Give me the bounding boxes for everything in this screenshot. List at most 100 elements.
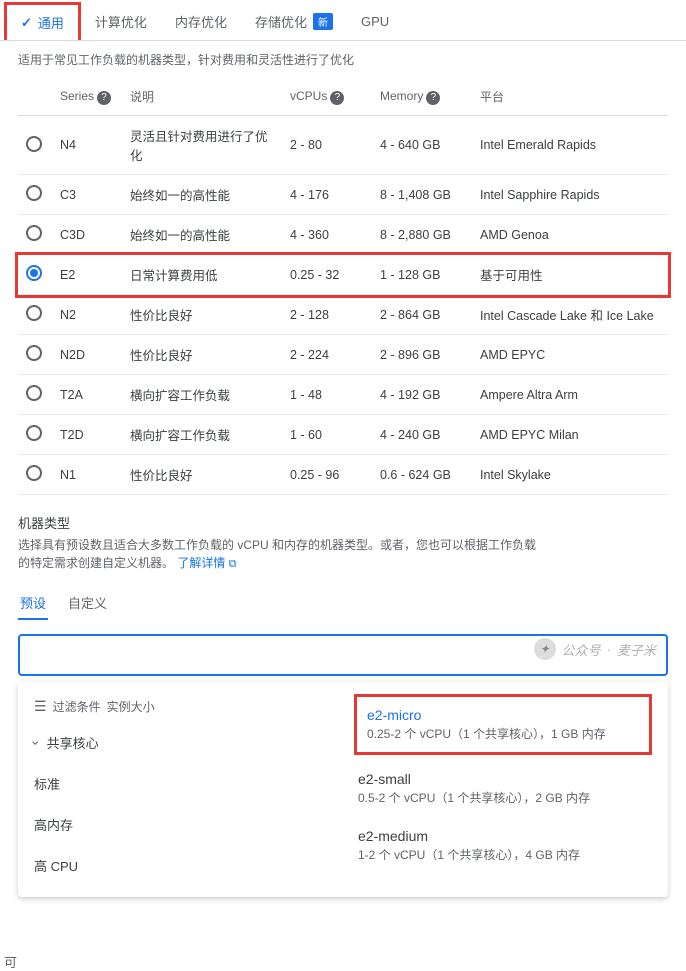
machine-family-tabs: 通用 计算优化 内存优化 存储优化新 GPU <box>0 0 686 41</box>
instance-name: e2-micro <box>367 707 639 723</box>
category-item[interactable]: 标准 <box>34 770 322 797</box>
filter-value: 实例大小 <box>107 698 155 715</box>
machine-type-desc: 选择具有预设数且适合大多数工作负载的 vCPU 和内存的机器类型。或者，您也可以… <box>0 536 560 573</box>
cell-series: E2 <box>52 255 122 295</box>
cell-vcpus: 4 - 360 <box>282 215 372 255</box>
cell-desc: 性价比良好 <box>122 455 282 495</box>
cell-platform: Intel Cascade Lake 和 Ice Lake <box>472 295 668 335</box>
cell-series: N2D <box>52 335 122 375</box>
filter-label: 过滤条件 <box>53 698 101 715</box>
table-row[interactable]: T2A横向扩容工作负载1 - 484 - 192 GBAmpere Altra … <box>18 375 668 415</box>
cell-memory: 4 - 192 GB <box>372 375 472 415</box>
machine-type-label: 机器类型 <box>0 495 686 536</box>
table-row[interactable]: N2性价比良好2 - 1282 - 864 GBIntel Cascade La… <box>18 295 668 335</box>
cell-vcpus: 0.25 - 96 <box>282 455 372 495</box>
radio-button[interactable] <box>26 345 42 361</box>
cell-desc: 横向扩容工作负载 <box>122 415 282 455</box>
cell-memory: 8 - 2,880 GB <box>372 215 472 255</box>
truncated-label: 可 <box>4 952 17 971</box>
cell-platform: Intel Emerald Rapids <box>472 116 668 175</box>
cell-series: N2 <box>52 295 122 335</box>
filter-row[interactable]: ☰ 过滤条件 实例大小 <box>34 694 322 729</box>
radio-button[interactable] <box>26 425 42 441</box>
instance-option[interactable]: e2-micro 0.25-2 个 vCPU（1 个共享核心），1 GB 内存 <box>354 694 652 755</box>
table-row[interactable]: E2日常计算费用低0.25 - 321 - 128 GB基于可用性 <box>18 255 668 295</box>
tab-storage[interactable]: 存储优化新 <box>241 2 347 40</box>
cell-memory: 2 - 896 GB <box>372 335 472 375</box>
cell-vcpus: 2 - 80 <box>282 116 372 175</box>
instance-spec: 0.5-2 个 vCPU（1 个共享核心），2 GB 内存 <box>358 789 648 806</box>
cell-memory: 2 - 864 GB <box>372 295 472 335</box>
cell-vcpus: 1 - 60 <box>282 415 372 455</box>
tab-description: 适用于常见工作负载的机器类型，针对费用和灵活性进行了优化 <box>0 41 686 78</box>
cell-vcpus: 1 - 48 <box>282 375 372 415</box>
category-item[interactable]: 共享核心 <box>34 729 322 756</box>
cell-desc: 日常计算费用低 <box>122 255 282 295</box>
cell-series: N1 <box>52 455 122 495</box>
radio-button[interactable] <box>26 225 42 241</box>
instance-spec: 0.25-2 个 vCPU（1 个共享核心），1 GB 内存 <box>367 725 639 742</box>
cell-desc: 性价比良好 <box>122 295 282 335</box>
header-memory: Memory? <box>372 78 472 116</box>
cell-platform: AMD Genoa <box>472 215 668 255</box>
table-row[interactable]: N2D性价比良好2 - 2242 - 896 GBAMD EPYC <box>18 335 668 375</box>
cell-series: T2A <box>52 375 122 415</box>
table-row[interactable]: C3始终如一的高性能4 - 1768 - 1,408 GBIntel Sapph… <box>18 175 668 215</box>
cell-platform: Intel Sapphire Rapids <box>472 175 668 215</box>
radio-button[interactable] <box>26 136 42 152</box>
header-series: Series? <box>52 78 122 116</box>
radio-button[interactable] <box>26 265 42 281</box>
cell-memory: 4 - 640 GB <box>372 116 472 175</box>
cell-desc: 始终如一的高性能 <box>122 175 282 215</box>
cell-series: N4 <box>52 116 122 175</box>
radio-button[interactable] <box>26 185 42 201</box>
table-row[interactable]: T2D横向扩容工作负载1 - 604 - 240 GBAMD EPYC Mila… <box>18 415 668 455</box>
tab-general[interactable]: 通用 <box>4 2 81 40</box>
filter-icon: ☰ <box>34 698 47 715</box>
category-item[interactable]: 高 CPU <box>34 852 322 879</box>
cell-vcpus: 4 - 176 <box>282 175 372 215</box>
cell-platform: Ampere Altra Arm <box>472 375 668 415</box>
cell-memory: 4 - 240 GB <box>372 415 472 455</box>
cell-platform: AMD EPYC Milan <box>472 415 668 455</box>
watermark: ✦ 公众号 · 麦子米 <box>534 638 656 660</box>
cell-platform: 基于可用性 <box>472 255 668 295</box>
learn-more-link[interactable]: 了解详情 ⧉ <box>177 556 236 570</box>
radio-button[interactable] <box>26 385 42 401</box>
tab-gpu[interactable]: GPU <box>347 2 403 40</box>
cell-series: T2D <box>52 415 122 455</box>
subtab-preset[interactable]: 预设 <box>18 587 48 620</box>
cell-memory: 8 - 1,408 GB <box>372 175 472 215</box>
table-row[interactable]: N4灵活且针对费用进行了优化2 - 804 - 640 GBIntel Emer… <box>18 116 668 175</box>
instance-spec: 1-2 个 vCPU（1 个共享核心），4 GB 内存 <box>358 846 648 863</box>
header-vcpus: vCPUs? <box>282 78 372 116</box>
tab-memory[interactable]: 内存优化 <box>161 2 241 40</box>
instance-picker-popup: 可 ☰ 过滤条件 实例大小 共享核心标准高内存高 CPU e2-micro0.2… <box>18 682 668 897</box>
cell-desc: 灵活且针对费用进行了优化 <box>122 116 282 175</box>
header-desc: 说明 <box>122 78 282 116</box>
cell-platform: AMD EPYC <box>472 335 668 375</box>
category-item[interactable]: 高内存 <box>34 811 322 838</box>
cell-series: C3 <box>52 175 122 215</box>
help-icon[interactable]: ? <box>330 91 344 105</box>
table-row[interactable]: N1性价比良好0.25 - 960.6 - 624 GBIntel Skylak… <box>18 455 668 495</box>
instance-name: e2-medium <box>358 828 648 844</box>
machine-type-subtabs: 预设 自定义 <box>0 573 686 624</box>
cell-vcpus: 2 - 224 <box>282 335 372 375</box>
cell-vcpus: 2 - 128 <box>282 295 372 335</box>
help-icon[interactable]: ? <box>97 91 111 105</box>
external-link-icon: ⧉ <box>229 558 237 570</box>
series-table: Series? 说明 vCPUs? Memory? 平台 N4灵活且针对费用进行… <box>18 78 668 495</box>
new-badge: 新 <box>313 13 333 30</box>
subtab-custom[interactable]: 自定义 <box>66 587 109 620</box>
instance-option[interactable]: e2-medium 1-2 个 vCPU（1 个共享核心），4 GB 内存 <box>354 822 652 869</box>
header-platform: 平台 <box>472 78 668 116</box>
tab-compute[interactable]: 计算优化 <box>81 2 161 40</box>
radio-button[interactable] <box>26 465 42 481</box>
radio-button[interactable] <box>26 305 42 321</box>
cell-desc: 横向扩容工作负载 <box>122 375 282 415</box>
cell-vcpus: 0.25 - 32 <box>282 255 372 295</box>
instance-option[interactable]: e2-small0.5-2 个 vCPU（1 个共享核心），2 GB 内存 <box>354 765 652 812</box>
table-row[interactable]: C3D始终如一的高性能4 - 3608 - 2,880 GBAMD Genoa <box>18 215 668 255</box>
help-icon[interactable]: ? <box>426 91 440 105</box>
